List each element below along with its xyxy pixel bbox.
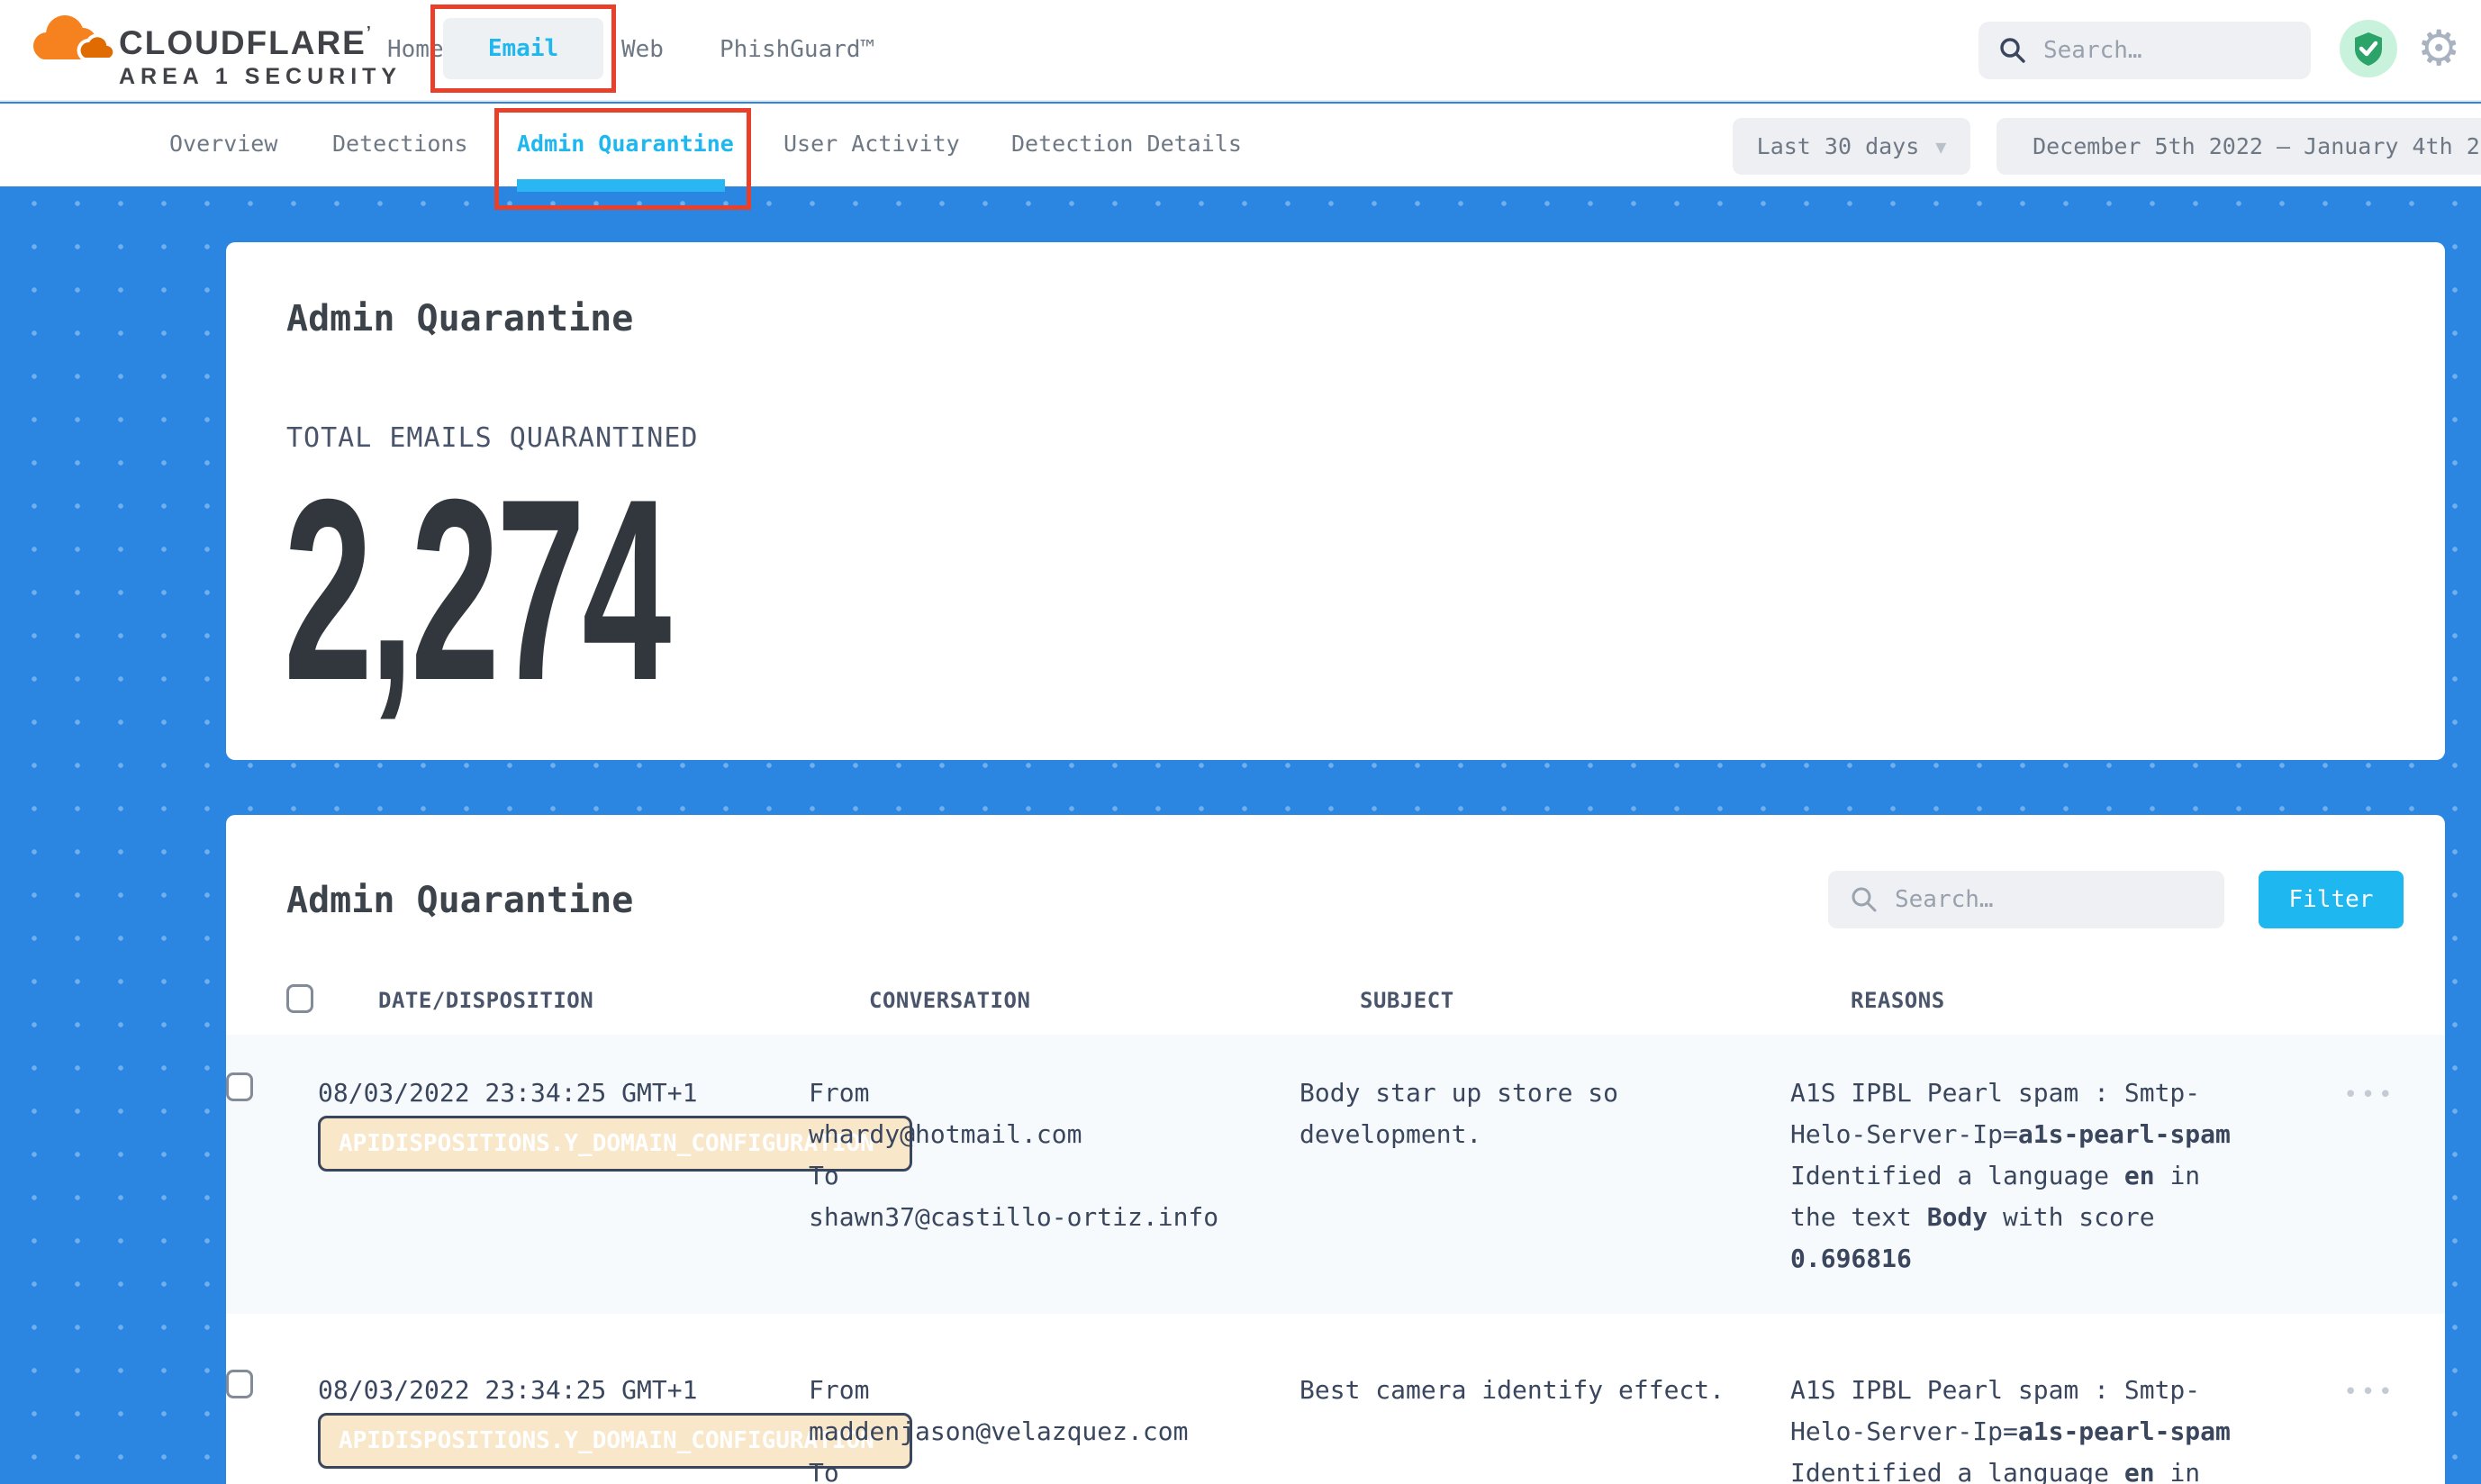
column-header-date: DATE/DISPOSITION: [378, 988, 869, 1013]
column-header-conversation: CONVERSATION: [869, 988, 1360, 1013]
column-header-reasons: REASONS: [1851, 988, 2355, 1013]
row-reasons: A1S IPBL Pearl spam : Smtp-Helo-Server-I…: [1790, 1370, 2245, 1484]
table-body: 08/03/2022 23:34:25 GMT+1 APIDISPOSITION…: [226, 1035, 2445, 1484]
tab-detections[interactable]: Detections: [332, 131, 468, 157]
annotation-box-admin-quarantine: [494, 108, 751, 210]
select-all-checkbox[interactable]: [286, 984, 313, 1013]
nav-item-email[interactable]: Email: [443, 18, 603, 79]
row-menu-icon[interactable]: •••: [2343, 1074, 2395, 1116]
from-address: whardy@hotmail.com: [809, 1114, 1299, 1155]
column-header-subject: SUBJECT: [1360, 988, 1851, 1013]
tab-admin-quarantine[interactable]: Admin Quarantine: [517, 131, 734, 157]
row-menu-icon[interactable]: •••: [2343, 1371, 2395, 1413]
tab-overview[interactable]: Overview: [169, 131, 277, 157]
table-row: 08/03/2022 23:34:25 GMT+1 APIDISPOSITION…: [226, 1035, 2445, 1314]
top-header: CLOUDFLARE’ AREA 1 SECURITY Home Email W…: [0, 0, 2481, 102]
row-subject: Best camera identify effect.: [1299, 1370, 1741, 1484]
annotation-box-email: Email: [430, 5, 616, 93]
active-tab-underline: [517, 179, 725, 192]
table-card-title: Admin Quarantine: [286, 880, 633, 921]
brand-text: CLOUDFLARE’ AREA 1 SECURITY: [119, 23, 402, 90]
row-date: 08/03/2022 23:34:25 GMT+1: [318, 1370, 809, 1411]
row-checkbox[interactable]: [226, 1370, 253, 1398]
row-subject: Body star up store so development.: [1299, 1072, 1741, 1280]
tab-detection-details[interactable]: Detection Details: [1011, 131, 1242, 157]
table-search-input[interactable]: [1895, 886, 2165, 913]
date-range-text: December 5th 2022 — January 4th 2023: [2033, 133, 2481, 159]
nav-item-phishguard[interactable]: PhishGuard™: [720, 36, 874, 63]
shield-check-icon: [2351, 31, 2386, 67]
brand-line2: AREA 1 SECURITY: [119, 64, 402, 90]
summary-card-title: Admin Quarantine: [286, 298, 633, 339]
summary-card: Admin Quarantine TOTAL EMAILS QUARANTINE…: [226, 242, 2445, 760]
table-row: 08/03/2022 23:34:25 GMT+1 APIDISPOSITION…: [226, 1314, 2445, 1484]
row-checkbox[interactable]: [226, 1072, 253, 1101]
security-status-button[interactable]: [2340, 20, 2397, 77]
brand-line1: CLOUDFLARE: [119, 24, 367, 61]
metric-value: 2,274: [284, 460, 668, 719]
row-conversation: From whardy@hotmail.com To shawn37@casti…: [809, 1072, 1299, 1280]
to-address: shawn37@castillo-ortiz.info: [809, 1197, 1299, 1238]
table-search: [1828, 871, 2224, 928]
time-range-dropdown[interactable]: Last 30 days ▼: [1733, 118, 1970, 175]
settings-gear-icon[interactable]: ⚙: [2417, 20, 2460, 77]
search-icon: [1998, 36, 2027, 65]
cloudflare-logo-icon: [25, 9, 115, 68]
search-icon: [1850, 885, 1879, 914]
row-conversation: From maddenjason@velazquez.com To bradle…: [809, 1370, 1299, 1484]
time-range-label: Last 30 days: [1757, 133, 1920, 159]
nav-item-web[interactable]: Web: [621, 36, 664, 63]
tab-user-activity[interactable]: User Activity: [783, 131, 960, 157]
global-search: [1978, 22, 2311, 79]
row-reasons: A1S IPBL Pearl spam : Smtp-Helo-Server-I…: [1790, 1072, 2245, 1280]
brand-trademark: ’: [367, 23, 373, 41]
from-address: maddenjason@velazquez.com: [809, 1411, 1299, 1452]
email-subnav: Overview Detections Admin Quarantine Use…: [0, 104, 2481, 186]
quarantine-table-card: Admin Quarantine Filter DATE/DISPOSITION…: [226, 815, 2445, 1484]
chevron-down-icon: ▼: [1935, 136, 1946, 158]
table-header-row: DATE/DISPOSITION CONVERSATION SUBJECT RE…: [226, 966, 2445, 1035]
row-date: 08/03/2022 23:34:25 GMT+1: [318, 1072, 809, 1114]
date-range-display[interactable]: December 5th 2022 — January 4th 2023: [1997, 118, 2481, 175]
global-search-input[interactable]: [2043, 37, 2268, 64]
filter-button[interactable]: Filter: [2259, 871, 2404, 928]
